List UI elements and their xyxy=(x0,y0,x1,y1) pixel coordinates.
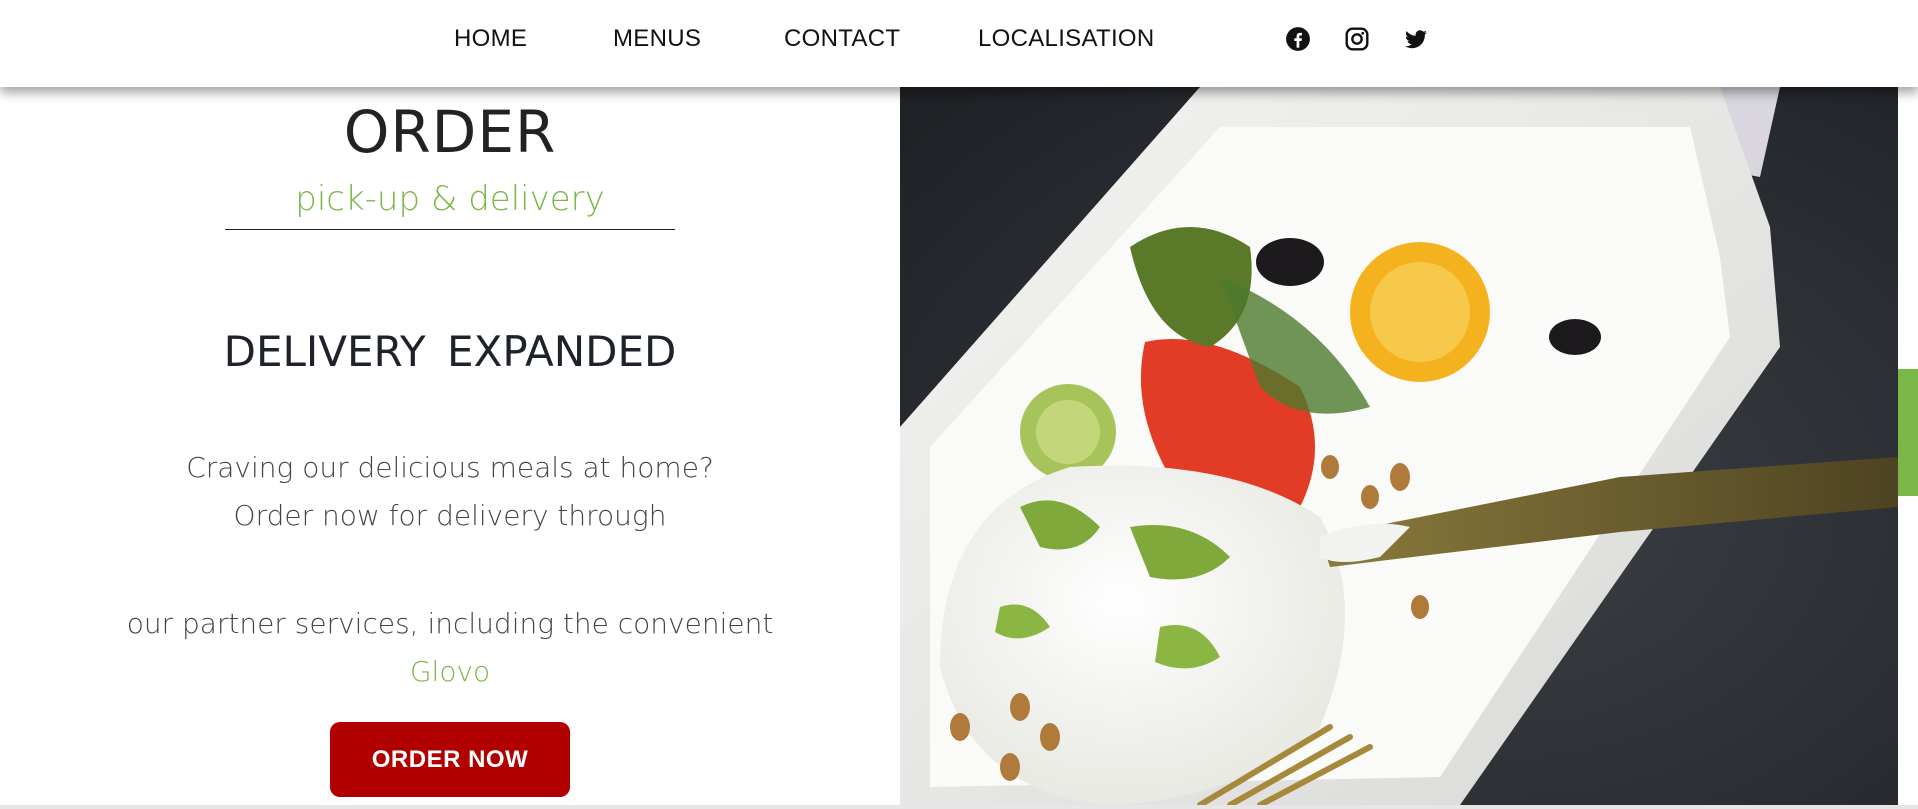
instagram-icon[interactable] xyxy=(1344,26,1370,52)
nav-menus-link[interactable]: MENUS xyxy=(613,25,701,53)
intro-line-1: Craving our delicious meals at home? xyxy=(186,451,714,484)
facebook-icon[interactable] xyxy=(1285,26,1311,52)
order-section: ORDER pick-up & delivery DELIVERY EXPAND… xyxy=(0,87,900,805)
order-title: ORDER xyxy=(343,98,557,166)
nav-localisation-link[interactable]: LOCALISATION xyxy=(978,25,1155,53)
intro-line-2: Order now for delivery through xyxy=(233,499,667,532)
hero-food-image xyxy=(900,87,1898,805)
nav-home-link[interactable]: HOME xyxy=(454,25,527,53)
partner-link-glovo[interactable]: Glovo xyxy=(0,648,900,696)
nav-contact-link[interactable]: CONTACT xyxy=(784,25,900,53)
side-tab[interactable] xyxy=(1898,369,1918,496)
order-subtitle: pick-up & delivery xyxy=(295,179,605,219)
title-divider xyxy=(225,229,675,230)
bottom-divider xyxy=(0,805,1918,809)
intro-line-3: our partner services, including the conv… xyxy=(126,607,774,640)
top-navbar: HOME MENUS CONTACT LOCALISATION xyxy=(0,0,1918,87)
twitter-icon[interactable] xyxy=(1403,26,1429,52)
burrata-dish-illustration xyxy=(900,87,1898,805)
delivery-heading: DELIVERY EXPANDED xyxy=(223,327,677,376)
order-now-button[interactable]: ORDER NOW xyxy=(330,722,570,797)
